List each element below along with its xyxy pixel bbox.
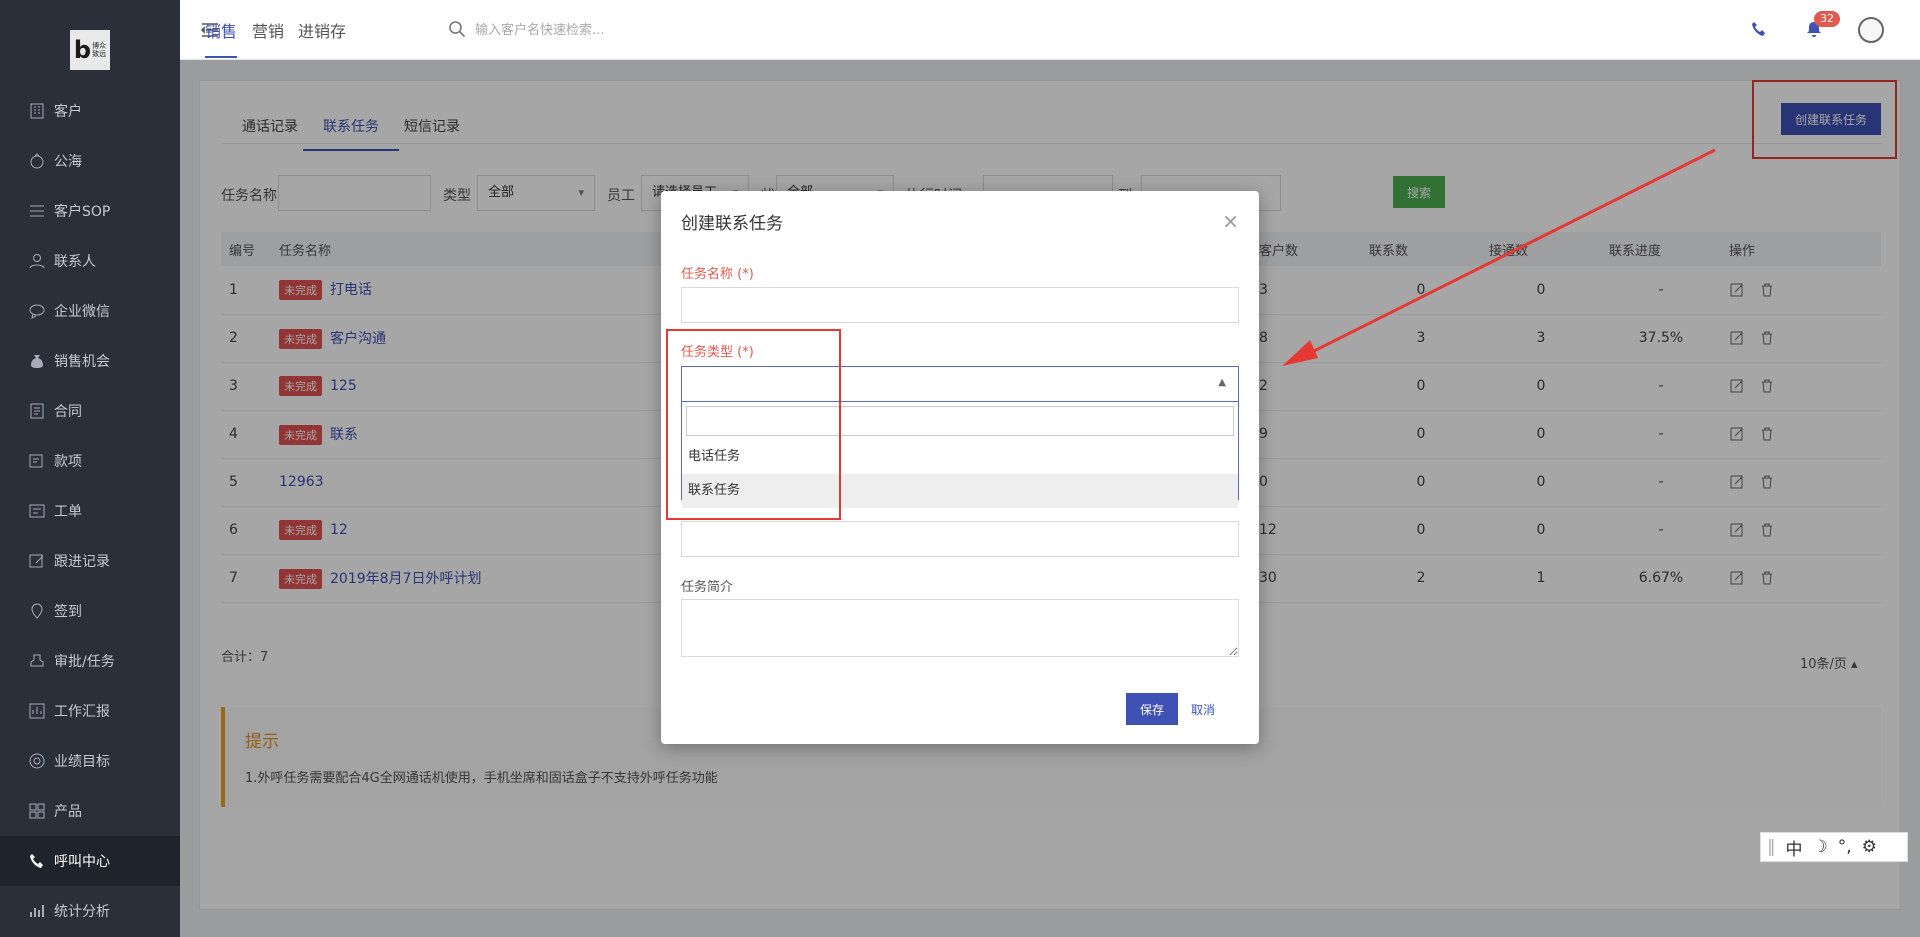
- sidebar-item-label: 产品: [54, 804, 82, 820]
- sidebar-item[interactable]: 签到: [0, 586, 180, 636]
- task-intro-label: 任务简介: [681, 580, 734, 595]
- logo-letter: b: [73, 36, 92, 64]
- target-icon: [29, 753, 45, 769]
- topbar: 销售 营销 进销存 32: [180, 0, 1920, 60]
- sidebar-item-label: 审批/任务: [54, 654, 115, 670]
- sidebar-item[interactable]: 呼叫中心: [0, 836, 180, 886]
- sidebar-item[interactable]: 业绩目标: [0, 736, 180, 786]
- top-tab-inventory[interactable]: 进销存: [298, 18, 346, 42]
- report-icon: [29, 703, 45, 719]
- sidebar-item-label: 统计分析: [54, 904, 110, 920]
- payment-icon: [29, 454, 43, 468]
- approval-icon: [30, 654, 44, 667]
- ticket-icon: [29, 504, 45, 518]
- sidebar-item[interactable]: 企业微信: [0, 286, 180, 336]
- sidebar-item-label: 联系人: [54, 254, 96, 270]
- contract-icon: [30, 403, 44, 419]
- sidebar-item-label: 工单: [54, 504, 82, 520]
- modal-title: 创建联系任务: [681, 214, 783, 234]
- task-date-input[interactable]: [681, 521, 1239, 557]
- sidebar-item-label: 呼叫中心: [54, 854, 110, 870]
- moon-icon[interactable]: ☽: [1813, 837, 1828, 857]
- sidebar-item[interactable]: 客户SOP: [0, 186, 180, 236]
- sidebar-item[interactable]: 款项: [0, 436, 180, 486]
- task-name-label: 任务名称 (*): [681, 267, 754, 282]
- building-icon: [30, 103, 44, 119]
- sidebar-item[interactable]: 跟进记录: [0, 536, 180, 586]
- person-icon: [29, 254, 45, 269]
- sidebar: b 博众 致远 客户公海客户SOP 联系人企业微信销售机会合同款项工单跟进记录签到…: [0, 0, 180, 937]
- sidebar-item-label: 款项: [54, 454, 82, 470]
- sidebar-nav: 客户公海客户SOP 联系人企业微信销售机会合同款项工单跟进记录签到审批/任务工作汇…: [0, 86, 180, 936]
- logo-text: 博众 致远: [92, 42, 107, 58]
- sidebar-item-label: 销售机会: [54, 354, 110, 370]
- top-tab-marketing[interactable]: 营销: [252, 18, 284, 42]
- sidebar-item[interactable]: 销售机会: [0, 336, 180, 386]
- edit-icon: [29, 554, 44, 568]
- sea-icon: [30, 153, 44, 169]
- phone-icon[interactable]: [1750, 20, 1768, 38]
- sidebar-item[interactable]: 公海: [0, 136, 180, 186]
- sidebar-item[interactable]: 工单: [0, 486, 180, 536]
- sidebar-item[interactable]: 统计分析: [0, 886, 180, 936]
- close-icon[interactable]: ×: [1222, 209, 1239, 233]
- sidebar-item-label: 公海: [54, 154, 82, 170]
- sidebar-item-label: 跟进记录: [54, 554, 110, 570]
- search-icon: [449, 21, 466, 38]
- save-button[interactable]: 保存: [1126, 693, 1178, 725]
- sidebar-item-label: 业绩目标: [54, 754, 110, 770]
- moneybag-icon: [31, 355, 43, 368]
- sidebar-item[interactable]: 联系人: [0, 236, 180, 286]
- avatar[interactable]: [1858, 17, 1884, 43]
- ime-toolbar[interactable]: ‖ 中 ☽ °, ⚙: [1760, 832, 1908, 862]
- sidebar-item[interactable]: 合同: [0, 386, 180, 436]
- top-tab-sales[interactable]: 销售: [205, 18, 238, 58]
- task-intro-textarea[interactable]: [681, 599, 1239, 657]
- grid-icon: [29, 803, 45, 819]
- sidebar-item[interactable]: 工作汇报: [0, 686, 180, 736]
- sidebar-item[interactable]: 客户: [0, 86, 180, 136]
- notification-badge: 32: [1814, 11, 1840, 27]
- phone-icon: [30, 854, 43, 868]
- customer-search-input[interactable]: [475, 18, 775, 42]
- chat-icon: [29, 304, 45, 319]
- sidebar-item-label: 工作汇报: [54, 704, 110, 720]
- sidebar-item-label: 客户SOP: [54, 204, 111, 220]
- gear-icon[interactable]: ⚙: [1862, 837, 1877, 857]
- sidebar-item[interactable]: 审批/任务: [0, 636, 180, 686]
- sidebar-item-label: 企业微信: [54, 304, 110, 320]
- cancel-button[interactable]: 取消: [1191, 701, 1215, 718]
- task-name-input[interactable]: [681, 287, 1239, 323]
- sidebar-item-label: 客户: [54, 104, 82, 120]
- chart-icon: [30, 905, 44, 917]
- caret-up-icon: ▲: [1218, 377, 1226, 388]
- task-type-highlight: [666, 329, 841, 520]
- logo: b 博众 致远: [70, 30, 110, 70]
- sidebar-item-label: 签到: [54, 604, 82, 620]
- location-icon: [31, 603, 43, 619]
- sidebar-item-label: 合同: [54, 404, 82, 420]
- punctuation-icon[interactable]: °,: [1838, 837, 1852, 857]
- sop-icon: [30, 205, 44, 217]
- ime-lang[interactable]: 中: [1786, 835, 1803, 860]
- sidebar-item[interactable]: 产品: [0, 786, 180, 836]
